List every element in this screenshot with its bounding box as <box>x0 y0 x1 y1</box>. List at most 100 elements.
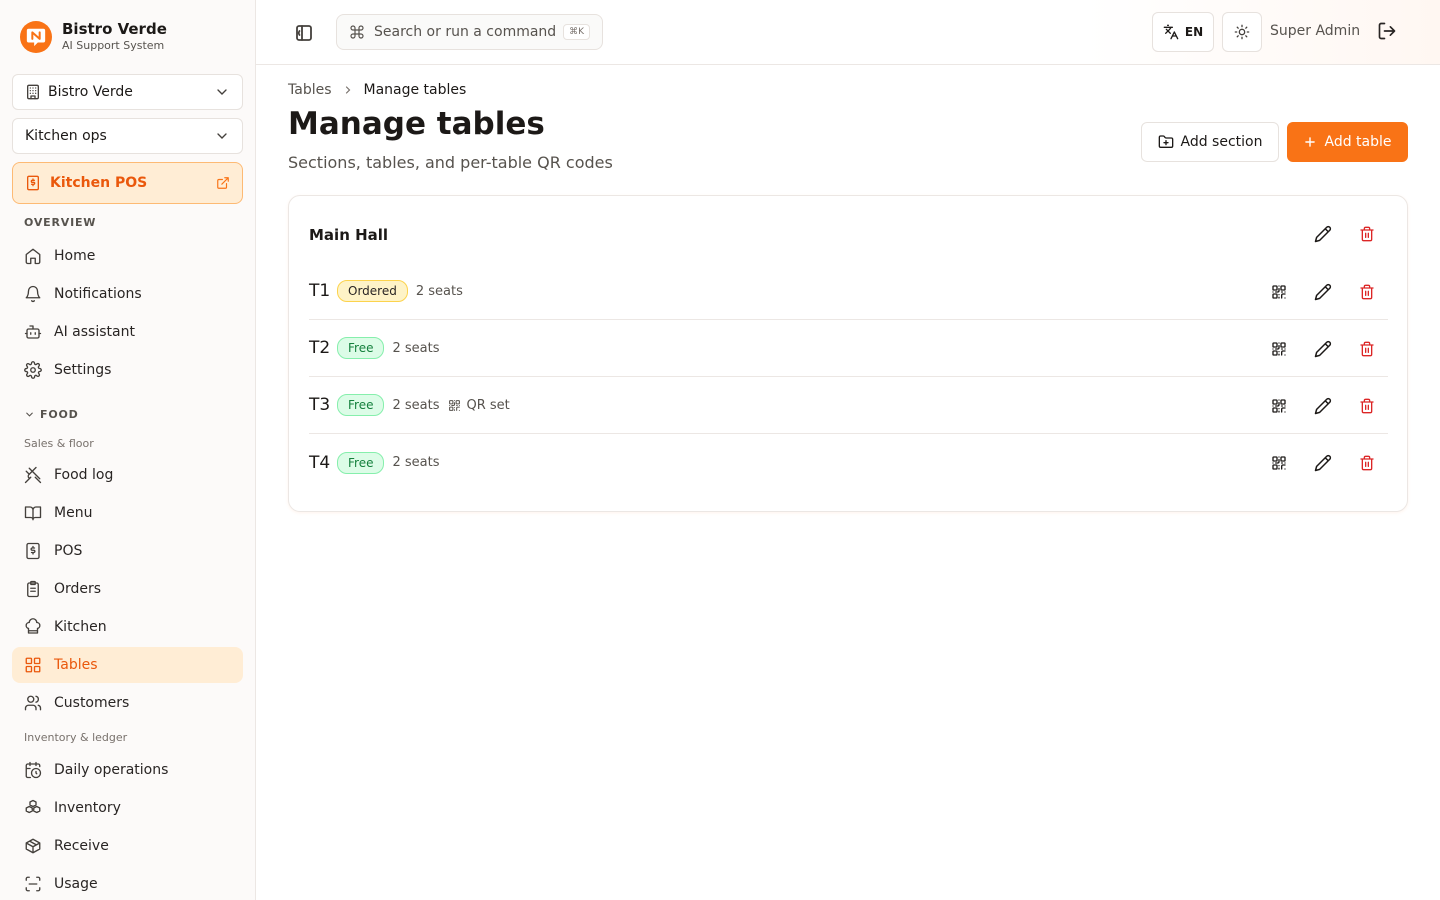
seat-count: 2 seats <box>415 283 463 299</box>
sidebar: Bistro Verde AI Support System Bistro Ve… <box>0 0 256 900</box>
plus-icon <box>1305 137 1316 147</box>
nav-label: Inventory <box>54 800 121 816</box>
scan-icon <box>25 876 41 892</box>
nav-item-inventory[interactable]: Inventory <box>12 790 243 826</box>
external-link-icon <box>217 177 229 189</box>
nav-item-home[interactable]: Home <box>12 238 243 274</box>
brand[interactable]: Bistro Verde AI Support System <box>20 20 167 53</box>
logout-button[interactable] <box>1377 21 1399 43</box>
top-header: Search or run a command ⌘K EN Super Admi… <box>256 0 1440 65</box>
nav-label: Kitchen <box>54 619 107 635</box>
nav-item-usage[interactable]: Usage <box>12 866 243 900</box>
pos-icon <box>27 175 39 191</box>
pencil-icon <box>1314 283 1332 301</box>
pencil-icon <box>1314 454 1332 472</box>
nav-label: Customers <box>54 695 130 711</box>
search-placeholder: Search or run a command <box>374 24 557 40</box>
nav-item-food-log[interactable]: Food log <box>12 457 243 493</box>
table-row: T2 Free 2 seats <box>309 320 1388 377</box>
nav-label: Home <box>54 248 96 264</box>
restaurant-select[interactable]: Bistro Verde <box>12 74 243 110</box>
status-badge: Free <box>337 337 385 359</box>
seat-count: 2 seats <box>392 397 440 413</box>
nav-item-settings[interactable]: Settings <box>12 352 243 388</box>
nav-label: Food log <box>54 467 114 483</box>
nav-label: Tables <box>54 657 98 673</box>
app-subtitle: AI Support System <box>62 39 165 52</box>
qr-code-button[interactable] <box>1267 451 1291 475</box>
food-group-toggle[interactable]: FOOD <box>24 408 79 421</box>
chevron-down-icon <box>217 133 227 139</box>
seat-count: 2 seats <box>392 455 440 470</box>
sidebar-toggle-button[interactable] <box>292 21 316 45</box>
qr-code-button[interactable] <box>1267 394 1291 418</box>
qr-code-icon <box>1272 342 1286 356</box>
theme-toggle-button[interactable] <box>1222 12 1262 52</box>
language-label: EN <box>1184 25 1204 39</box>
restaurant-select-value: Bistro Verde <box>48 84 133 100</box>
qr-code-button[interactable] <box>1267 337 1291 361</box>
breadcrumb-tables-link[interactable]: Tables <box>288 82 332 98</box>
boxes-icon <box>25 799 41 814</box>
nav-label: POS <box>54 543 83 559</box>
nav-item-menu[interactable]: Menu <box>12 495 243 531</box>
edit-table-button[interactable] <box>1311 337 1335 361</box>
nav-label: Notifications <box>54 286 142 302</box>
status-badge: Free <box>337 394 385 416</box>
section-name: Main Hall <box>309 226 389 244</box>
language-button[interactable]: EN <box>1152 12 1214 52</box>
delete-table-button[interactable] <box>1355 337 1379 361</box>
trash-icon <box>1360 398 1374 414</box>
logout-icon <box>1378 22 1396 40</box>
inventory-subheading: Inventory & ledger <box>24 731 128 744</box>
table-row: T4 Free 2 seats <box>309 434 1388 491</box>
nav-item-receive[interactable]: Receive <box>12 828 243 864</box>
delete-table-button[interactable] <box>1355 280 1379 304</box>
trash-icon <box>1360 226 1374 242</box>
calendar-clock-icon <box>25 761 42 779</box>
users-icon <box>24 695 42 711</box>
trash-icon <box>1360 284 1374 300</box>
qr-code-icon <box>1272 399 1286 413</box>
breadcrumb: Tables Manage tables <box>288 82 466 98</box>
nav-item-pos[interactable]: POS <box>12 533 243 569</box>
chevron-right-icon <box>342 84 354 96</box>
table-name: T3 <box>309 395 331 415</box>
nav-item-notifications[interactable]: Notifications <box>12 276 243 312</box>
delete-section-button[interactable] <box>1355 222 1379 246</box>
delete-table-button[interactable] <box>1355 394 1379 418</box>
nav-item-ai-assistant[interactable]: AI assistant <box>12 314 243 350</box>
qr-code-button[interactable] <box>1267 280 1291 304</box>
nav-item-tables[interactable]: Tables <box>12 647 243 683</box>
nav-item-kitchen[interactable]: Kitchen <box>12 609 243 645</box>
edit-table-button[interactable] <box>1311 280 1335 304</box>
delete-table-button[interactable] <box>1355 451 1379 475</box>
add-section-button[interactable]: Add section <box>1141 122 1279 162</box>
table-name: T4 <box>309 452 331 473</box>
nav-item-daily-operations[interactable]: Daily operations <box>12 752 243 788</box>
command-search[interactable]: Search or run a command ⌘K <box>336 14 603 50</box>
role-select[interactable]: Kitchen ops <box>12 118 243 154</box>
user-name[interactable]: Super Admin <box>1270 23 1360 39</box>
edit-table-button[interactable] <box>1311 394 1335 418</box>
kitchen-pos-link[interactable]: Kitchen POS <box>12 162 243 204</box>
qr-set-label: QR set <box>466 397 510 413</box>
app-name: Bistro Verde <box>62 20 167 38</box>
table-row: T3 Free 2 seats QR set <box>309 377 1388 434</box>
gear-icon <box>24 361 42 379</box>
bell-icon <box>25 285 41 303</box>
bot-icon <box>24 325 42 339</box>
chef-hat-icon <box>25 618 41 634</box>
nav-label: Usage <box>54 876 98 892</box>
edit-section-button[interactable] <box>1311 222 1335 246</box>
utensils-icon <box>24 466 42 484</box>
add-table-button[interactable]: Add table <box>1287 122 1408 162</box>
nav-label: Receive <box>54 838 109 854</box>
nav-item-customers[interactable]: Customers <box>12 685 243 721</box>
food-heading: FOOD <box>40 408 79 421</box>
nav-item-orders[interactable]: Orders <box>12 571 243 607</box>
role-select-value: Kitchen ops <box>25 128 107 144</box>
chevron-down-icon <box>217 89 227 95</box>
page-subtitle: Sections, tables, and per-table QR codes <box>288 153 613 172</box>
edit-table-button[interactable] <box>1311 451 1335 475</box>
